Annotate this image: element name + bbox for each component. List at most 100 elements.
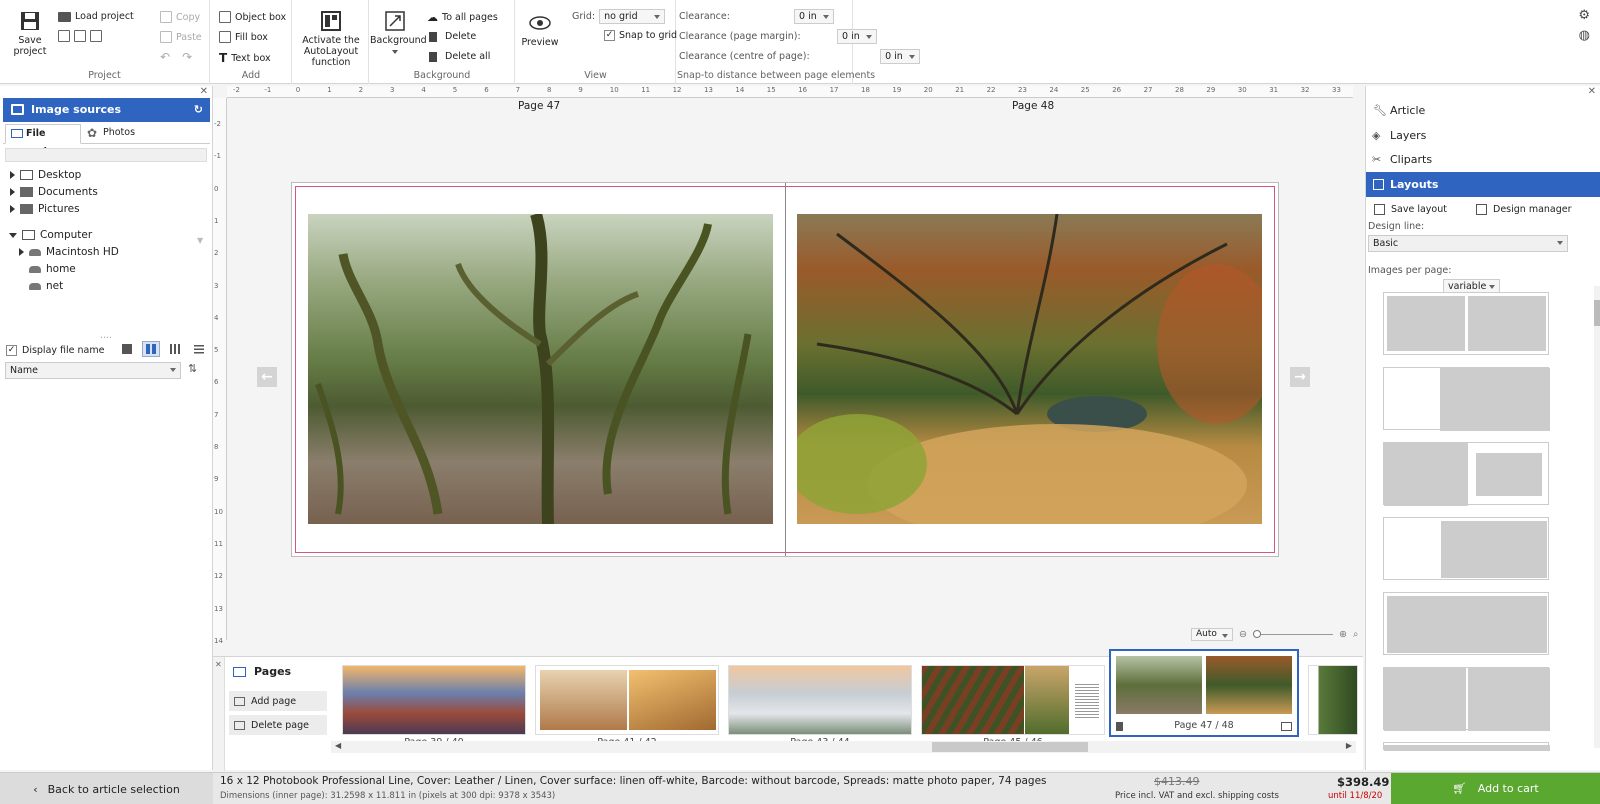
close-icon[interactable]: ✕ <box>215 660 222 669</box>
design-manager-button[interactable]: Design manager <box>1476 204 1572 215</box>
background-button[interactable]: Background <box>370 10 427 54</box>
thumb-pages-41-42[interactable] <box>535 665 719 735</box>
clearance-margin-input[interactable]: 0 in <box>837 29 878 44</box>
load-project-button[interactable]: Load project <box>58 11 134 22</box>
tree-item-computer[interactable]: Computer <box>9 229 92 241</box>
undo-icon[interactable]: ↶ <box>160 50 170 64</box>
text-box-button[interactable]: T Text box <box>219 51 271 65</box>
vertical-ruler[interactable]: -2 -1 0 1 2 3 4 5 6 7 8 9 10 11 12 13 14 <box>213 98 227 645</box>
scroll-down-icon[interactable]: ▼ <box>197 236 203 245</box>
copy-button[interactable]: Copy <box>160 11 200 23</box>
layout-option-left-and-inset[interactable] <box>1383 442 1549 506</box>
close-icon[interactable]: ✕ <box>200 86 208 97</box>
tree-item-home[interactable]: home <box>29 263 76 275</box>
clearance-centre-input[interactable]: 0 in <box>880 49 921 64</box>
thumb-photo <box>1116 656 1202 714</box>
tab-photos[interactable]: ✿ Photos <box>83 124 139 144</box>
photo-left-forest[interactable] <box>308 214 773 524</box>
folder-icon <box>20 204 33 214</box>
redo-icon[interactable]: ↷ <box>182 50 192 64</box>
pdf-icon[interactable] <box>90 30 102 42</box>
thumb-scrollbar[interactable]: ◀ ▶ <box>331 741 1356 753</box>
nav-cliparts[interactable]: ✂ Cliparts <box>1366 147 1600 172</box>
sort-select[interactable]: Name <box>5 362 181 379</box>
tree-item-net[interactable]: net <box>29 280 63 292</box>
tree-item-pictures[interactable]: Pictures <box>10 203 80 215</box>
tree-item-macintosh-hd[interactable]: Macintosh HD <box>19 246 119 258</box>
small-thumbs-icon[interactable] <box>166 341 184 357</box>
nav-layouts[interactable]: Layouts <box>1366 172 1600 197</box>
delete-all-button[interactable]: Delete all <box>429 51 490 62</box>
collapse-icon[interactable] <box>9 232 17 238</box>
add-to-cart-button[interactable]: 🛒︎ Add to cart <box>1391 773 1600 804</box>
next-page-arrow-icon[interactable]: → <box>1290 367 1310 387</box>
clearance-input[interactable]: 0 in <box>794 9 834 24</box>
preview-button[interactable]: Preview <box>516 12 564 48</box>
scroll-right-icon[interactable]: ▶ <box>1346 741 1352 750</box>
cloud-icon: ☁ <box>427 11 438 24</box>
zoom-out-icon[interactable]: ⊖ <box>1239 629 1247 640</box>
expand-icon[interactable] <box>10 205 15 213</box>
large-thumbs-icon[interactable] <box>118 341 136 357</box>
layout-option-partial[interactable] <box>1383 742 1550 751</box>
layout-option-two-images[interactable] <box>1383 292 1549 355</box>
layout-option-right-image[interactable] <box>1383 367 1550 431</box>
sort-order-icon[interactable]: ⇅ <box>188 362 197 375</box>
export-icon[interactable] <box>74 30 86 42</box>
object-box-button[interactable]: Object box <box>219 11 286 23</box>
tab-file-system[interactable]: File system <box>5 124 81 157</box>
zoom-in-icon[interactable]: ⊕ <box>1339 629 1347 640</box>
to-all-pages-button[interactable]: ☁ To all pages <box>427 11 498 24</box>
layout-option-split[interactable] <box>1383 667 1550 731</box>
ruler-tick-label: 20 <box>923 86 933 94</box>
back-to-article-button[interactable]: ‹ Back to article selection <box>0 773 213 804</box>
nav-layers[interactable]: ◈ Layers <box>1366 123 1600 148</box>
settings-gear-icon[interactable]: ⚙ <box>1578 8 1590 23</box>
zoom-select[interactable]: Auto <box>1191 628 1233 641</box>
expand-icon[interactable] <box>19 248 24 256</box>
expand-icon[interactable] <box>10 171 15 179</box>
path-field[interactable] <box>5 148 207 162</box>
scrollbar-thumb[interactable] <box>1594 300 1600 326</box>
close-icon[interactable]: ✕ <box>1588 86 1596 97</box>
fill-box-button[interactable]: Fill box <box>219 31 268 43</box>
expand-icon[interactable] <box>10 188 15 196</box>
save-layout-button[interactable]: Save layout <box>1374 204 1447 215</box>
page-options-icon[interactable] <box>1281 722 1292 731</box>
photo-right-garden[interactable] <box>797 214 1262 524</box>
thumb-pages-45-46[interactable] <box>921 665 1105 735</box>
nav-article[interactable]: 🔧︎ Article <box>1366 98 1600 123</box>
thumb-pages-43-44[interactable] <box>728 665 912 735</box>
autolayout-button[interactable]: Activate the AutoLayout function <box>297 10 365 68</box>
tree-item-documents[interactable]: Documents <box>10 186 98 198</box>
layout-option-right-inset[interactable] <box>1383 517 1549 580</box>
thumb-next-partial[interactable] <box>1308 665 1358 735</box>
thumb-pages-39-40[interactable] <box>342 665 526 735</box>
thumb-pages-47-48-selected[interactable]: Page 47 / 48 <box>1109 649 1299 737</box>
globe-icon[interactable]: ◍ <box>1579 28 1590 43</box>
zoom-slider[interactable] <box>1252 630 1333 638</box>
tree-item-label: Macintosh HD <box>46 246 119 258</box>
layouts-scrollbar[interactable] <box>1594 286 1600 748</box>
delete-page-button[interactable]: Delete page <box>229 715 327 735</box>
fit-zoom-icon[interactable]: ⌕ <box>1353 629 1358 640</box>
previous-page-arrow-icon[interactable]: ← <box>257 367 277 387</box>
add-page-button[interactable]: Add page <box>229 691 327 711</box>
refresh-icon[interactable]: ↻ <box>194 98 203 122</box>
save-project-button[interactable]: Save project <box>8 10 52 57</box>
grid-select[interactable]: no grid <box>599 9 666 24</box>
tree-item-desktop[interactable]: Desktop <box>10 169 81 181</box>
scrollbar-thumb[interactable] <box>932 742 1088 752</box>
paste-button[interactable]: Paste <box>160 31 202 43</box>
import-icon[interactable] <box>58 30 70 42</box>
scroll-left-icon[interactable]: ◀ <box>335 741 341 750</box>
snap-to-grid-checkbox[interactable]: ✓ Snap to grid <box>604 30 677 41</box>
list-view-icon[interactable] <box>190 341 208 357</box>
delete-background-button[interactable]: Delete <box>429 31 476 42</box>
horizontal-ruler[interactable]: -2 -1 0 1 2 3 4 5 6 7 8 9 10 11 12 13 14 15 16 17 18 19 20 21 22… <box>227 86 1353 98</box>
layout-option-single[interactable] <box>1383 592 1549 655</box>
display-file-name-checkbox[interactable]: ✓ Display file name <box>6 345 104 356</box>
medium-thumbs-icon[interactable] <box>142 341 160 357</box>
design-line-select[interactable]: Basic <box>1368 235 1568 252</box>
splitter-handle[interactable]: .... <box>100 330 112 341</box>
